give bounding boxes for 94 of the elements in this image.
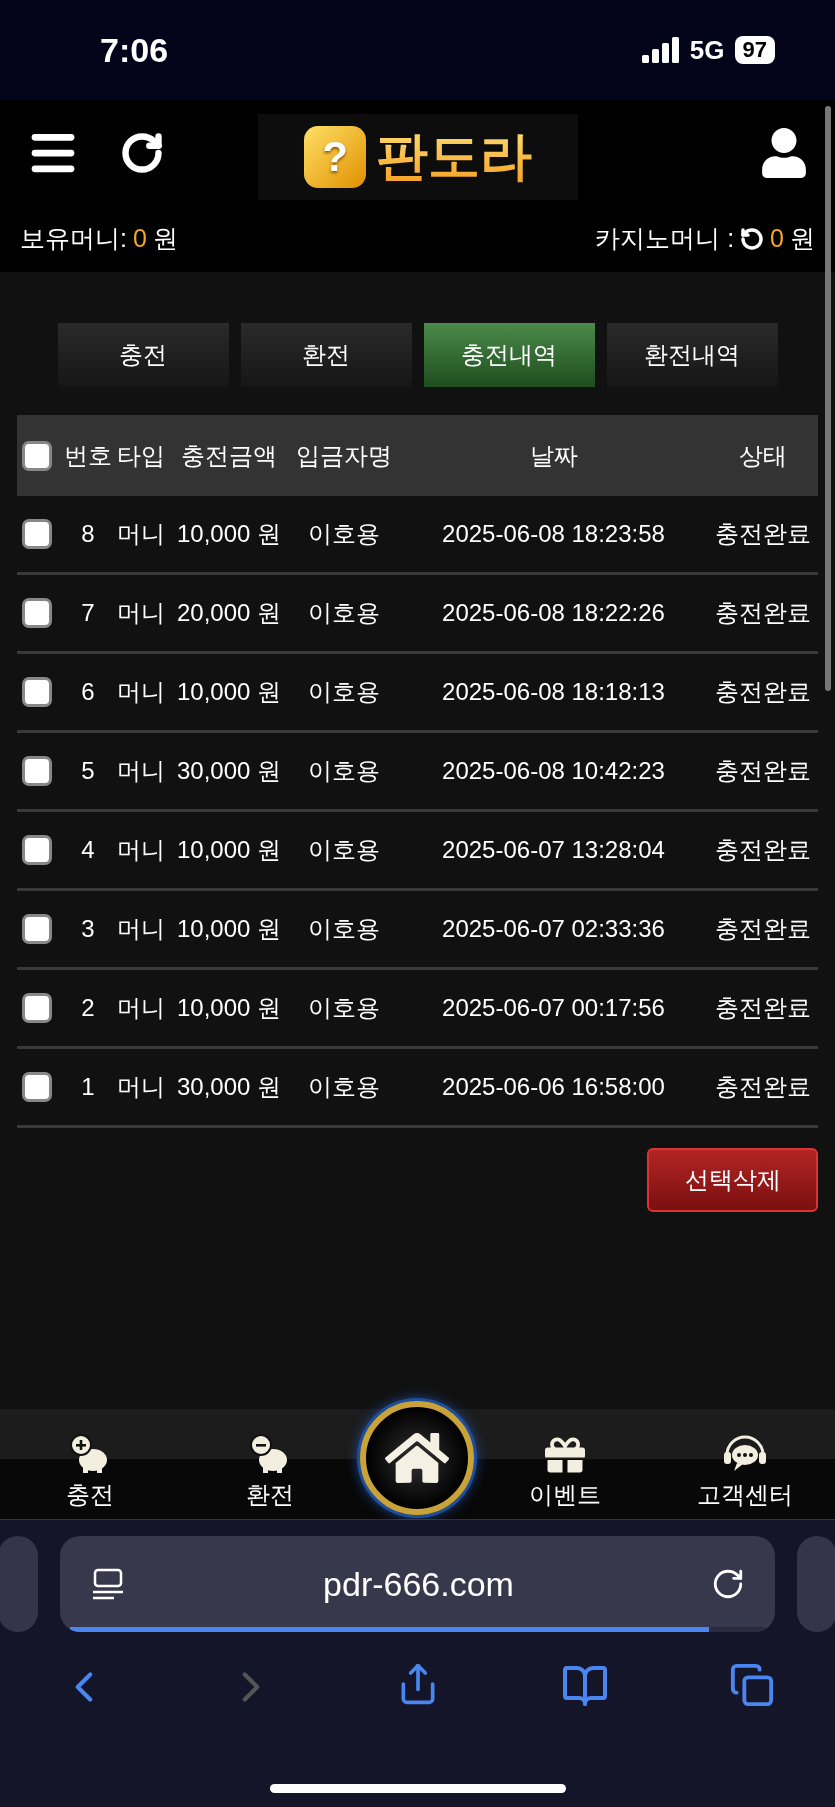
balance-amount: 0 [770, 224, 784, 253]
table-cell-text: 8 [80, 520, 96, 548]
table-cell-text: 30,000 원 [175, 756, 283, 786]
table-cell-text: 이호용 [307, 1072, 381, 1102]
signal-icon [641, 37, 680, 63]
table-cell-text: 충전완료 [714, 1072, 812, 1102]
table-cell-text: 10,000 원 [175, 519, 283, 549]
tab[interactable]: 충전 [57, 323, 229, 387]
table-cell-text: 2025-06-08 18:22:26 [441, 599, 666, 627]
tab[interactable]: 환전 [240, 323, 412, 387]
table-cell-text: 충전완료 [714, 756, 812, 786]
table-cell-text: 이호용 [307, 677, 381, 707]
home-button[interactable] [360, 1401, 474, 1515]
row-checkbox[interactable] [22, 677, 52, 707]
table-cell-text: 7 [80, 599, 96, 627]
column-header: 번호 [63, 440, 113, 471]
table-cell-text: 10,000 원 [175, 835, 283, 865]
table-cell-text: 5 [80, 757, 96, 785]
tab[interactable]: 환전내역 [606, 323, 778, 387]
balance-label: 카지노머니 : [595, 223, 735, 254]
column-header: 입금자명 [295, 440, 393, 471]
table-cell-text: 1 [80, 1073, 96, 1101]
table-cell-text: 충전완료 [714, 677, 812, 707]
table-cell-text: 10,000 원 [175, 677, 283, 707]
table-cell-text: 2025-06-06 16:58:00 [441, 1073, 666, 1101]
page-menu-icon[interactable] [90, 1566, 126, 1602]
refresh-icon[interactable] [740, 226, 765, 251]
table-cell-text: 이호용 [307, 914, 381, 944]
row-checkbox[interactable] [22, 993, 52, 1023]
delete-selected-button[interactable]: 선택삭제 [647, 1148, 818, 1212]
column-header: 날짜 [528, 440, 579, 471]
table-cell-text: 머니 [116, 756, 166, 786]
balance-label: 보유머니: [20, 223, 127, 254]
table-cell-text: 머니 [116, 835, 166, 865]
table-cell-text: 이호용 [307, 519, 381, 549]
status-time: 7:06 [100, 30, 169, 70]
table-cell-text: 2025-06-08 10:42:23 [441, 757, 666, 785]
table-cell-text: 머니 [116, 519, 166, 549]
table-cell-text: 충전완료 [714, 598, 812, 628]
table-cell-text: 2025-06-07 02:33:36 [441, 915, 666, 943]
url-text: pdr-666.com [323, 1564, 514, 1604]
refresh-button[interactable] [120, 130, 164, 175]
nav-item[interactable]: 환전 [180, 1409, 360, 1519]
nav-item[interactable]: 고객센터 [655, 1409, 835, 1519]
select-all-checkbox[interactable] [22, 440, 52, 471]
table-cell-text: 2025-06-08 18:18:13 [441, 678, 666, 706]
currency-unit: 원 [790, 223, 815, 254]
table-cell-text: 4 [80, 836, 96, 864]
tabs-icon[interactable] [728, 1662, 775, 1708]
network-label: 5G [689, 34, 725, 66]
battery-indicator: 97 [734, 36, 775, 64]
column-header: 충전금액 [180, 440, 278, 471]
table-cell-text: 충전완료 [714, 993, 812, 1023]
table-cell-text: 10,000 원 [175, 914, 283, 944]
reload-icon[interactable] [711, 1567, 745, 1601]
table-cell-text: 2 [80, 994, 96, 1022]
row-checkbox[interactable] [22, 1072, 52, 1102]
row-checkbox[interactable] [22, 914, 52, 944]
currency-unit: 원 [152, 223, 178, 254]
gift-icon [545, 1435, 585, 1475]
row-checkbox[interactable] [22, 598, 52, 628]
logo[interactable]: ? 판도라 [258, 114, 578, 200]
table-cell-text: 이호용 [307, 756, 381, 786]
row-checkbox[interactable] [22, 835, 52, 865]
balance-amount: 0 [132, 224, 147, 253]
table-cell-text: 이호용 [307, 598, 381, 628]
row-checkbox[interactable] [22, 519, 52, 549]
table-cell-text: 충전완료 [714, 519, 812, 549]
table-cell-text: 2025-06-07 00:17:56 [441, 994, 666, 1022]
table-cell-text: 2025-06-07 13:28:04 [441, 836, 666, 864]
column-header: 상태 [738, 440, 788, 471]
address-bar[interactable]: pdr-666.com [60, 1536, 775, 1632]
table-cell-text: 이호용 [307, 993, 381, 1023]
table-cell-text: 6 [80, 678, 96, 706]
nav-item[interactable]: 충전 [0, 1409, 180, 1519]
table-cell-text: 머니 [116, 914, 166, 944]
table-cell-text: 20,000 원 [175, 598, 283, 628]
user-button[interactable] [759, 127, 809, 178]
table-cell-text: 10,000 원 [175, 993, 283, 1023]
table-cell-text: 충전완료 [714, 914, 812, 944]
table-cell-text: 머니 [116, 993, 166, 1023]
table-cell-text: 2025-06-08 18:23:58 [441, 520, 666, 548]
tab[interactable]: 충전내역 [423, 323, 595, 387]
logo-mark: ? [304, 126, 366, 188]
column-header: 타입 [116, 440, 166, 471]
table-cell-text: 충전완료 [714, 835, 812, 865]
table-cell-text: 머니 [116, 1072, 166, 1102]
nav-item[interactable]: 이벤트 [475, 1409, 655, 1519]
table-cell-text: 머니 [116, 677, 166, 707]
table-cell-text: 머니 [116, 598, 166, 628]
table-cell-text: 30,000 원 [175, 1072, 283, 1102]
table-cell-text: 3 [80, 915, 96, 943]
table-cell-text: 이호용 [307, 835, 381, 865]
row-checkbox[interactable] [22, 756, 52, 786]
